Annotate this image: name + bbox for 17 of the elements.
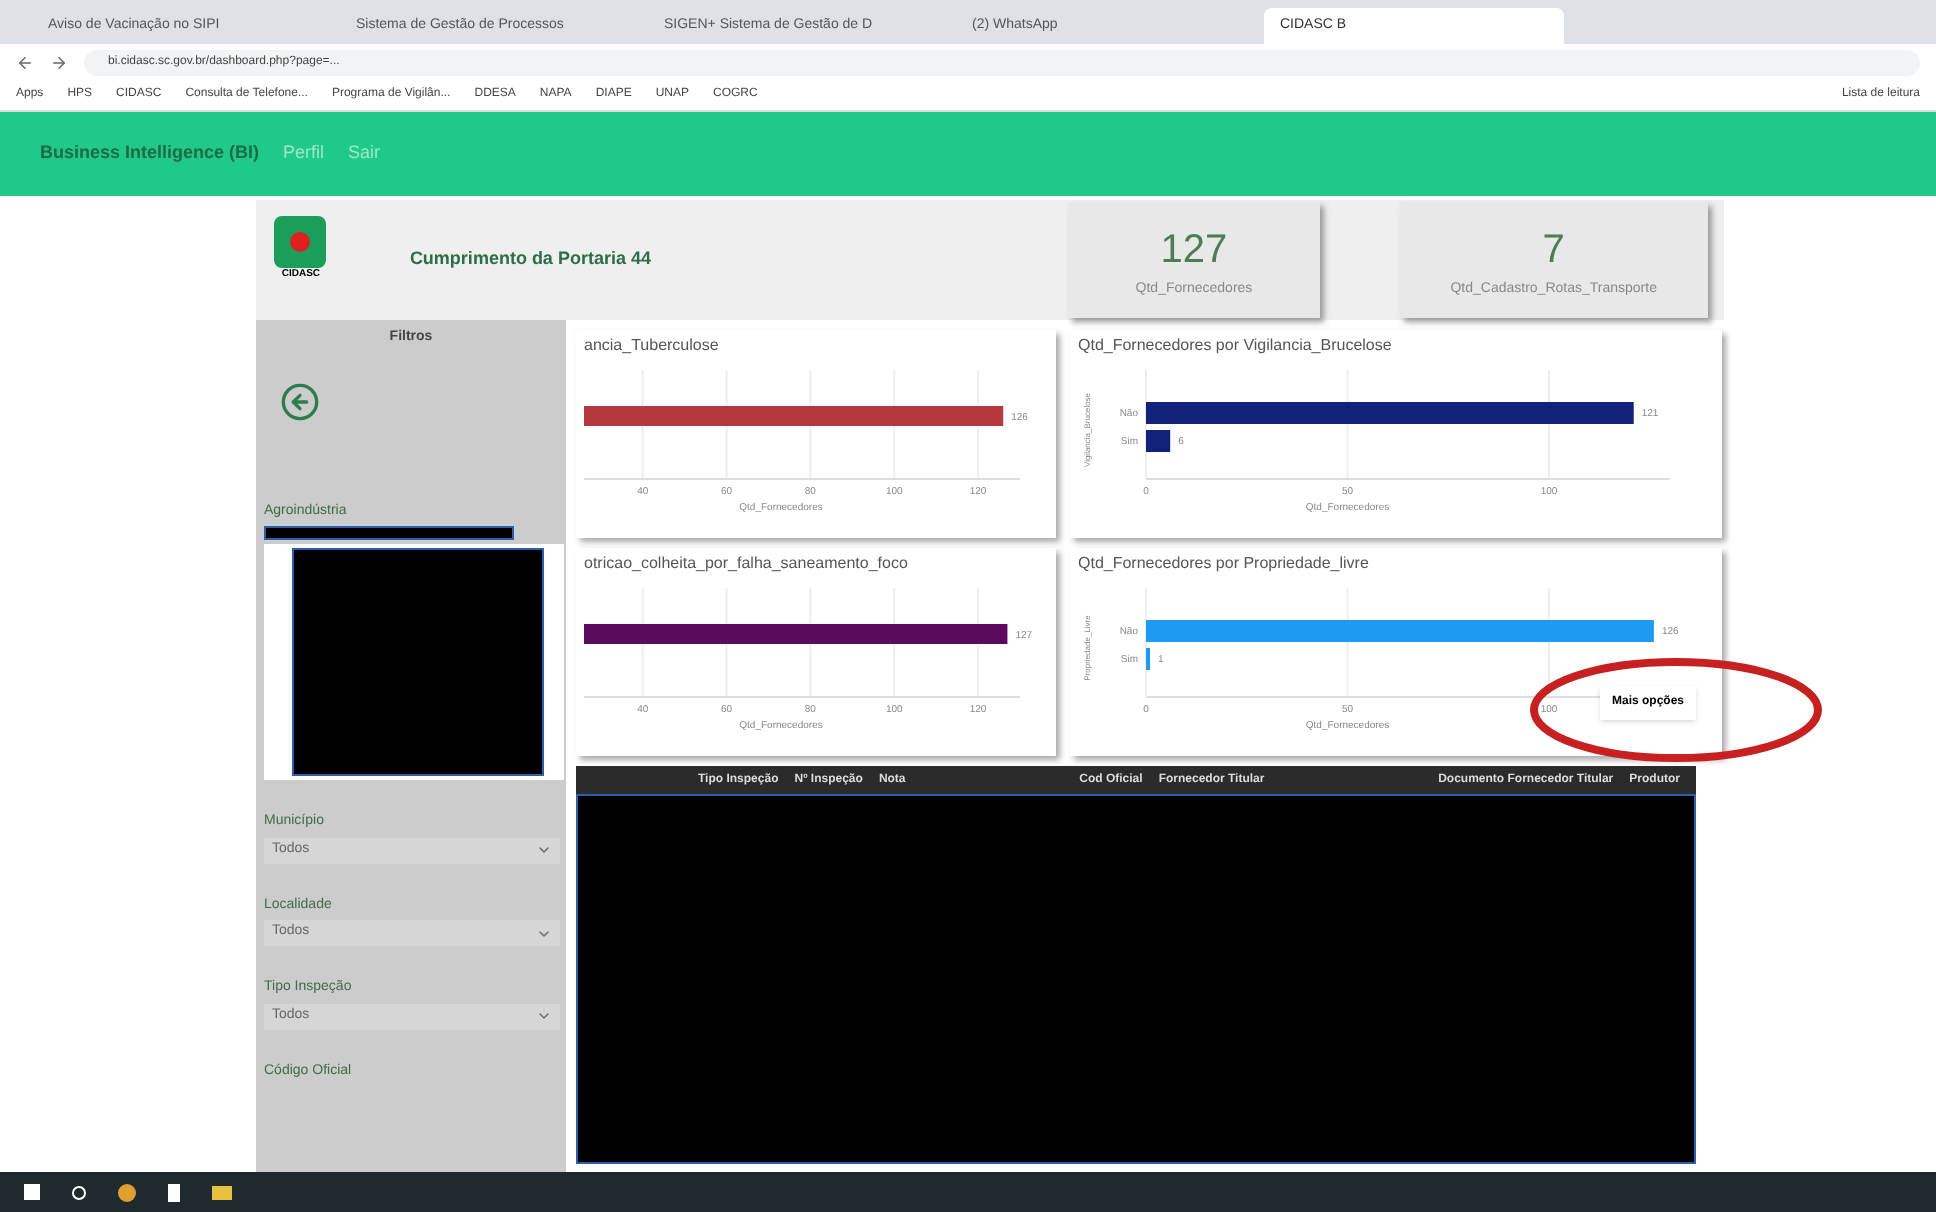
folder-icon[interactable] bbox=[212, 1185, 232, 1199]
forward-icon[interactable] bbox=[50, 53, 68, 71]
file-icon[interactable] bbox=[168, 1183, 180, 1201]
slicer-search-field[interactable] bbox=[264, 526, 514, 540]
chart-title: ancia_Tuberculose bbox=[584, 334, 721, 358]
back-icon[interactable] bbox=[16, 53, 34, 71]
kpi-value: 7 bbox=[1542, 225, 1565, 276]
kpi-value: 127 bbox=[1160, 225, 1228, 276]
chevron-down-icon bbox=[536, 842, 552, 858]
chart-title: Qtd_Fornecedores por Propriedade_livre bbox=[1078, 552, 1371, 576]
chart-title: Qtd_Fornecedores por Vigilancia_Brucelose bbox=[1078, 334, 1394, 358]
report-title: Cumprimento da Portaria 44 bbox=[409, 246, 653, 273]
chevron-down-icon bbox=[536, 1008, 552, 1024]
slicer-list[interactable] bbox=[264, 544, 564, 780]
search-icon[interactable] bbox=[72, 1185, 86, 1199]
browser-icon[interactable] bbox=[118, 1183, 136, 1201]
chart-title: otricao_colheita_por_falha_saneamento_foco bbox=[584, 552, 910, 576]
